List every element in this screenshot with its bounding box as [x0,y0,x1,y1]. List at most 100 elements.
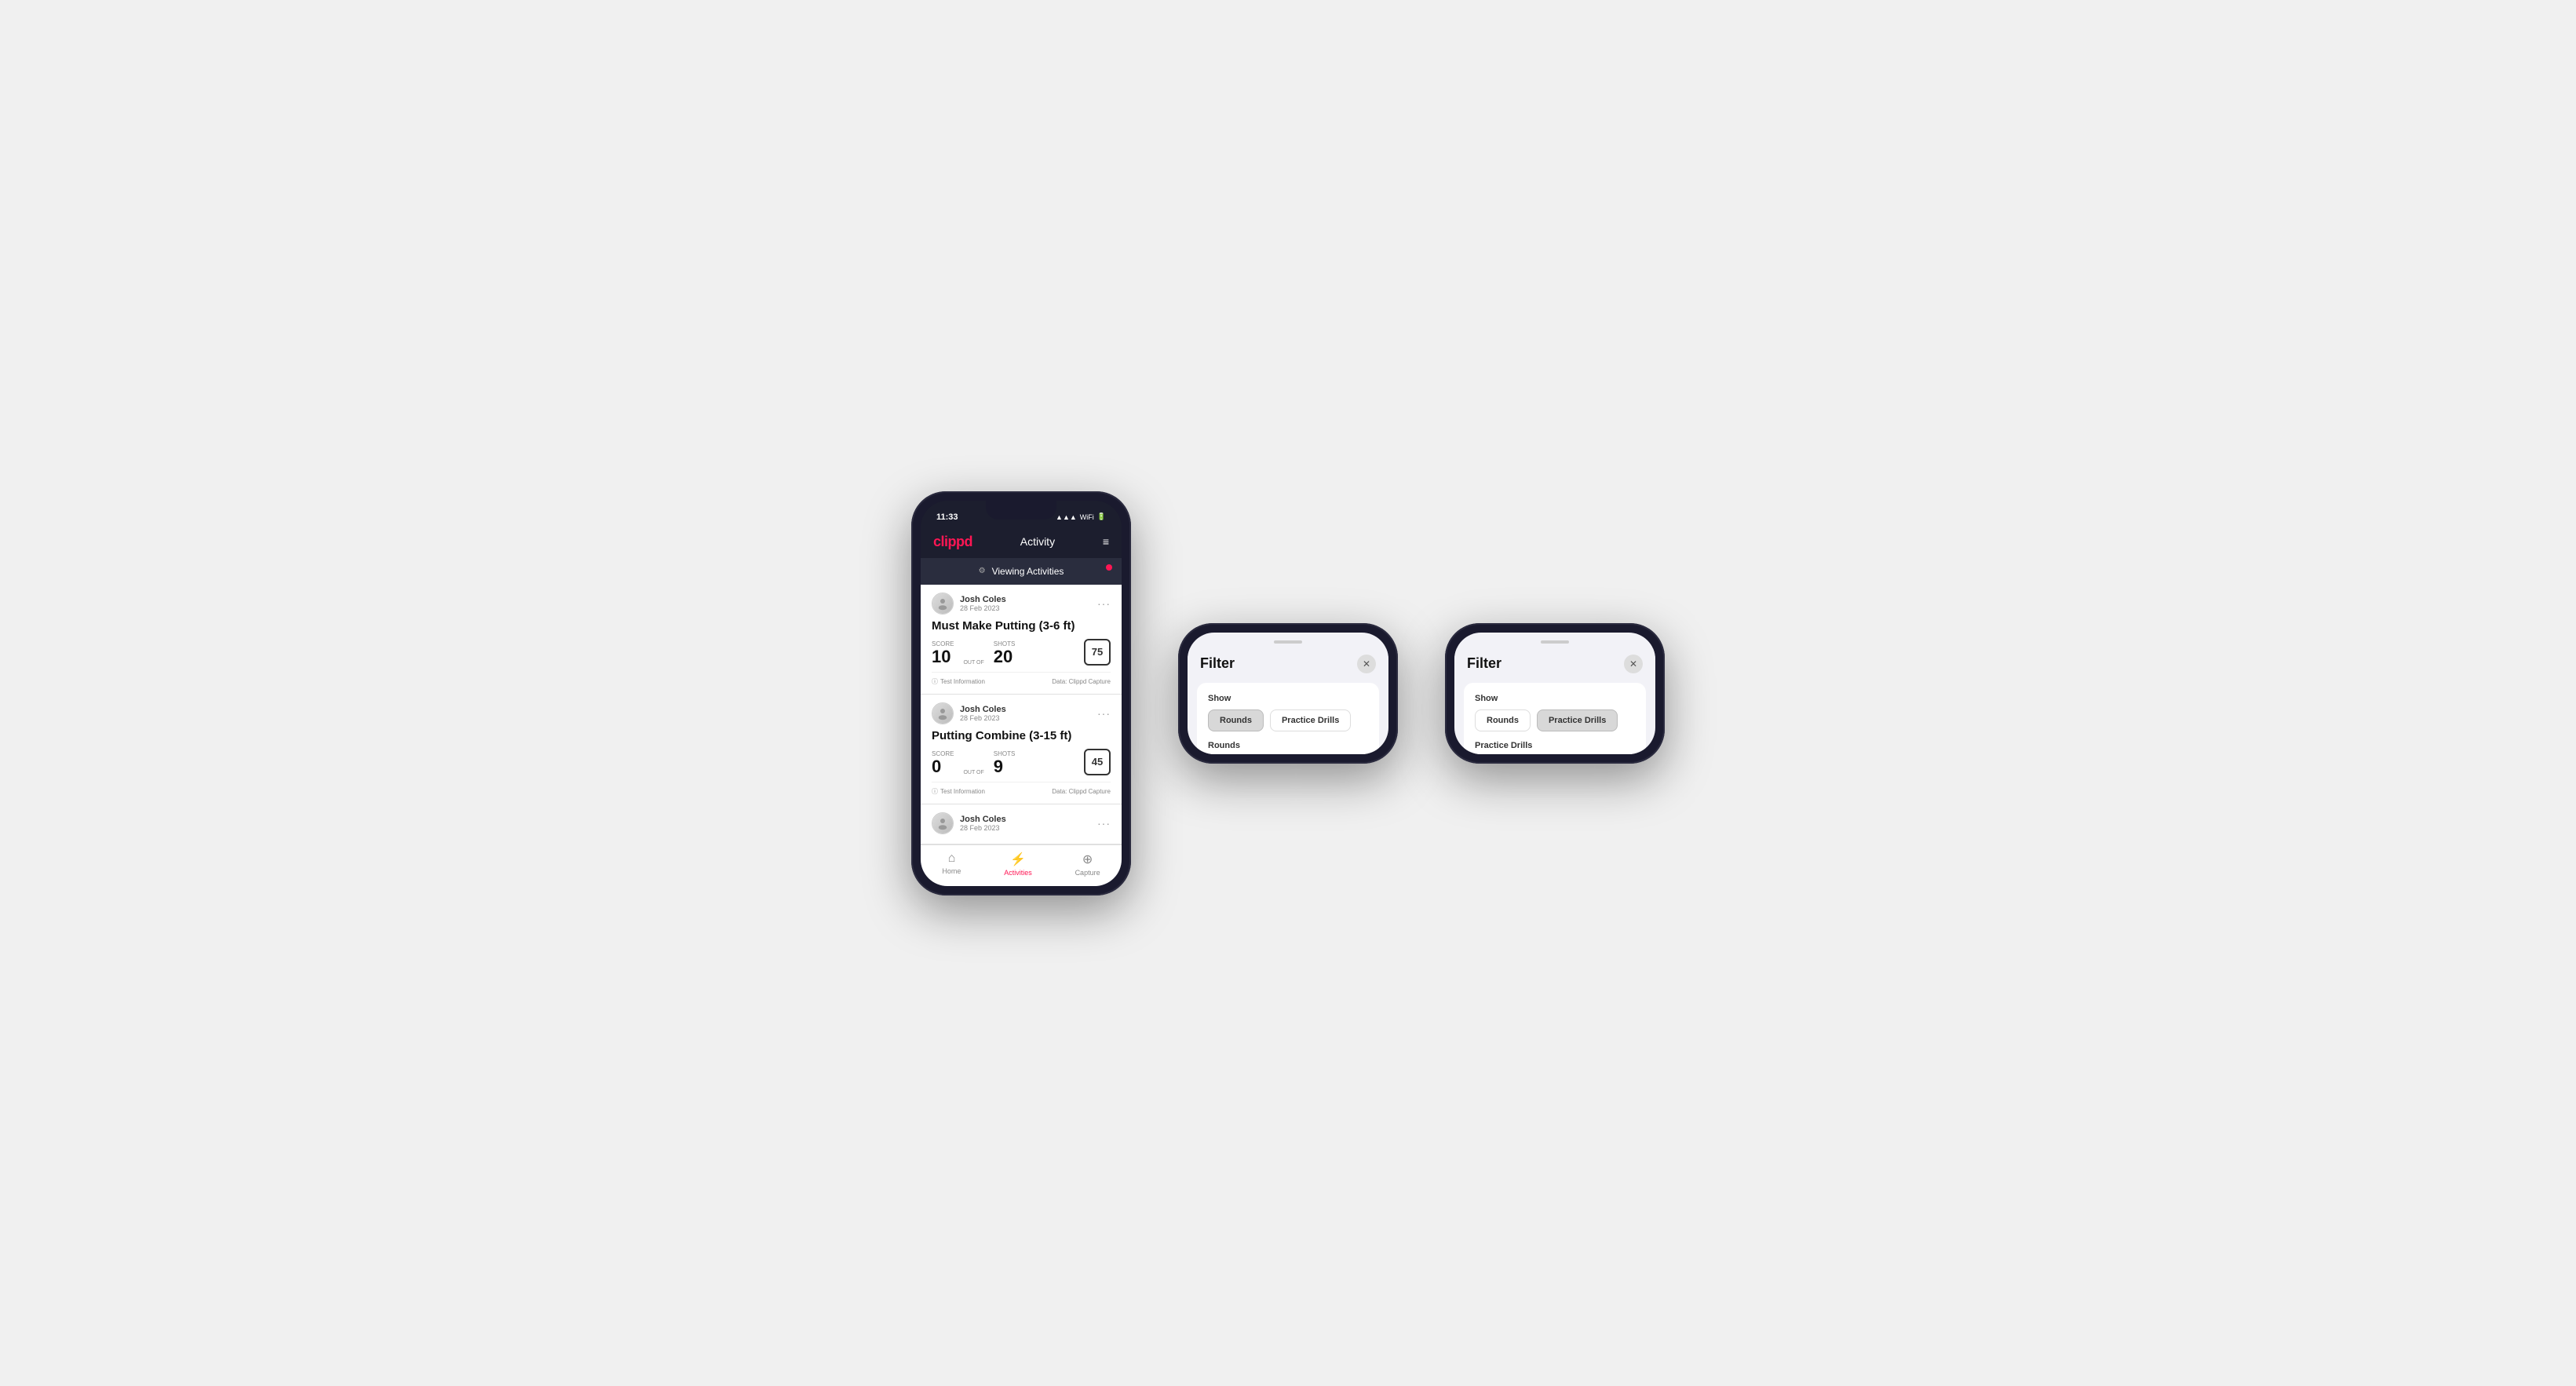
viewing-bar-1[interactable]: ⚙ Viewing Activities [921,558,1122,585]
filter-section-show-3: Show Rounds Practice Drills [1475,694,1635,731]
shots-value-1: 20 [994,648,1016,666]
user-details-1: Josh Coles 28 Feb 2023 [960,595,1006,612]
modal-header-3: Filter ✕ [1454,648,1655,683]
practice-drills-btn-2[interactable]: Practice Drills [1270,709,1351,731]
rounds-section-label-2: Rounds [1208,741,1368,750]
filter-modal-2: Filter ✕ Show Rounds Practice Drills [1188,633,1388,754]
filter-section-rounds-2: Rounds Practice Tournament [1208,741,1368,754]
nav-capture-1[interactable]: ⊕ Capture [1075,852,1100,877]
stat-group-shots-1: Shots 20 [994,640,1016,666]
activity-card-3: Josh Coles 28 Feb 2023 ··· [921,804,1122,844]
modal-handle-3 [1541,640,1569,644]
practice-drills-btn-3[interactable]: Practice Drills [1537,709,1618,731]
modal-body-2: Show Rounds Practice Drills Rounds Pract… [1197,683,1379,754]
phone-2: 11:33 ▲▲▲ WiFi 🔋 clippd Activity ≡ ⚙ Vie… [1178,623,1398,764]
avatar-inner-1 [932,593,953,614]
rounds-btn-3[interactable]: Rounds [1475,709,1531,731]
avatar-inner-3 [932,813,953,833]
data-info-2: Data: Clippd Capture [1052,788,1111,795]
avatar-inner-2 [932,703,953,724]
modal-header-2: Filter ✕ [1188,648,1388,683]
out-of-text-2: OUT OF [963,770,983,775]
capture-icon-1: ⊕ [1082,852,1093,867]
avatar-3 [932,812,954,834]
score-value-2: 0 [932,758,954,775]
card-header-2: Josh Coles 28 Feb 2023 ··· [932,702,1111,724]
score-value-1: 10 [932,648,954,666]
home-icon-1: ⌂ [948,852,956,866]
activities-icon-1: ⚡ [1010,852,1026,867]
notch-1 [986,501,1056,520]
user-name-2: Josh Coles [960,705,1006,714]
card-header-1: Josh Coles 28 Feb 2023 ··· [932,593,1111,615]
wifi-icon-1: WiFi [1080,513,1094,521]
header-title-1: Activity [1020,535,1055,548]
viewing-bar-text-1: Viewing Activities [992,566,1064,577]
status-icons-1: ▲▲▲ WiFi 🔋 [1056,512,1106,521]
filter-section-drills-3: Practice Drills OTT APP ARG PUTT [1475,741,1635,754]
test-info-2[interactable]: ⓘ Test Information [932,787,985,796]
app-header-1: clippd Activity ≡ [921,529,1122,558]
close-button-3[interactable]: ✕ [1624,655,1643,673]
stat-out-of-1: OUT OF [963,660,983,666]
user-name-1: Josh Coles [960,595,1006,604]
home-label-1: Home [942,867,961,875]
dots-menu-3[interactable]: ··· [1097,817,1111,830]
menu-icon-1[interactable]: ≡ [1103,535,1109,548]
user-date-2: 28 Feb 2023 [960,714,1006,722]
show-label-2: Show [1208,694,1368,703]
modal-handle-2 [1274,640,1302,644]
phone-1: 11:33 ▲▲▲ WiFi 🔋 clippd Activity ≡ ⚙ Vie… [911,491,1131,895]
shots-value-2: 9 [994,758,1016,775]
shot-quality-value-2: 45 [1092,756,1103,768]
bottom-nav-1: ⌂ Home ⚡ Activities ⊕ Capture [921,844,1122,886]
shot-quality-badge-1: 75 [1084,639,1111,666]
test-info-1[interactable]: ⓘ Test Information [932,677,985,686]
card-header-3: Josh Coles 28 Feb 2023 ··· [932,812,1111,834]
user-details-3: Josh Coles 28 Feb 2023 [960,815,1006,832]
stat-group-shots-2: Shots 9 [994,750,1016,775]
screens-container: 11:33 ▲▲▲ WiFi 🔋 clippd Activity ≡ ⚙ Vie… [911,491,1665,895]
logo-1: clippd [933,534,972,550]
modal-title-2: Filter [1200,655,1235,672]
stat-out-of-2: OUT OF [963,770,983,775]
user-info-3: Josh Coles 28 Feb 2023 [932,812,1006,834]
drills-section-label-3: Practice Drills [1475,741,1635,750]
screen-content-1: ⚙ Viewing Activities [921,558,1122,886]
dots-menu-1[interactable]: ··· [1097,597,1111,610]
stat-group-score-2: Score 0 [932,750,954,775]
shot-quality-badge-2: 45 [1084,749,1111,775]
user-date-3: 28 Feb 2023 [960,824,1006,832]
dots-menu-2[interactable]: ··· [1097,707,1111,720]
nav-activities-1[interactable]: ⚡ Activities [1004,852,1032,877]
rounds-btn-2[interactable]: Rounds [1208,709,1264,731]
stats-row-2: Score 0 OUT OF Shots 9 45 [932,749,1111,775]
close-button-2[interactable]: ✕ [1357,655,1376,673]
card-footer-2: ⓘ Test Information Data: Clippd Capture [932,782,1111,796]
filter-modal-3: Filter ✕ Show Rounds Practice Drills [1454,633,1655,754]
activity-list-1: Josh Coles 28 Feb 2023 ··· Must Make Put… [921,585,1122,844]
activities-label-1: Activities [1004,869,1032,877]
battery-icon-1: 🔋 [1097,512,1106,521]
filter-overlay-2: Filter ✕ Show Rounds Practice Drills [1188,633,1388,754]
filter-dot-1 [1106,564,1112,571]
signal-icon-1: ▲▲▲ [1056,513,1077,521]
show-label-3: Show [1475,694,1635,703]
phone-3-inner: 11:33 ▲▲▲ WiFi 🔋 clippd Activity ≡ ⚙ Vie… [1454,633,1655,754]
phone-3: 11:33 ▲▲▲ WiFi 🔋 clippd Activity ≡ ⚙ Vie… [1445,623,1665,764]
activity-card-1: Josh Coles 28 Feb 2023 ··· Must Make Put… [921,585,1122,695]
phone-2-inner: 11:33 ▲▲▲ WiFi 🔋 clippd Activity ≡ ⚙ Vie… [1188,633,1388,754]
user-info-2: Josh Coles 28 Feb 2023 [932,702,1006,724]
out-of-text-1: OUT OF [963,660,983,666]
data-info-1: Data: Clippd Capture [1052,678,1111,685]
filter-icon-1: ⚙ [979,567,986,575]
modal-body-3: Show Rounds Practice Drills Practice Dri… [1464,683,1646,754]
stats-row-1: Score 10 OUT OF Shots 20 75 [932,639,1111,666]
stat-group-score-1: Score 10 [932,640,954,666]
activity-title-1: Must Make Putting (3-6 ft) [932,619,1111,633]
user-info-1: Josh Coles 28 Feb 2023 [932,593,1006,615]
show-buttons-3: Rounds Practice Drills [1475,709,1635,731]
activity-title-2: Putting Combine (3-15 ft) [932,729,1111,742]
nav-home-1[interactable]: ⌂ Home [942,852,961,877]
activity-card-2: Josh Coles 28 Feb 2023 ··· Putting Combi… [921,695,1122,804]
